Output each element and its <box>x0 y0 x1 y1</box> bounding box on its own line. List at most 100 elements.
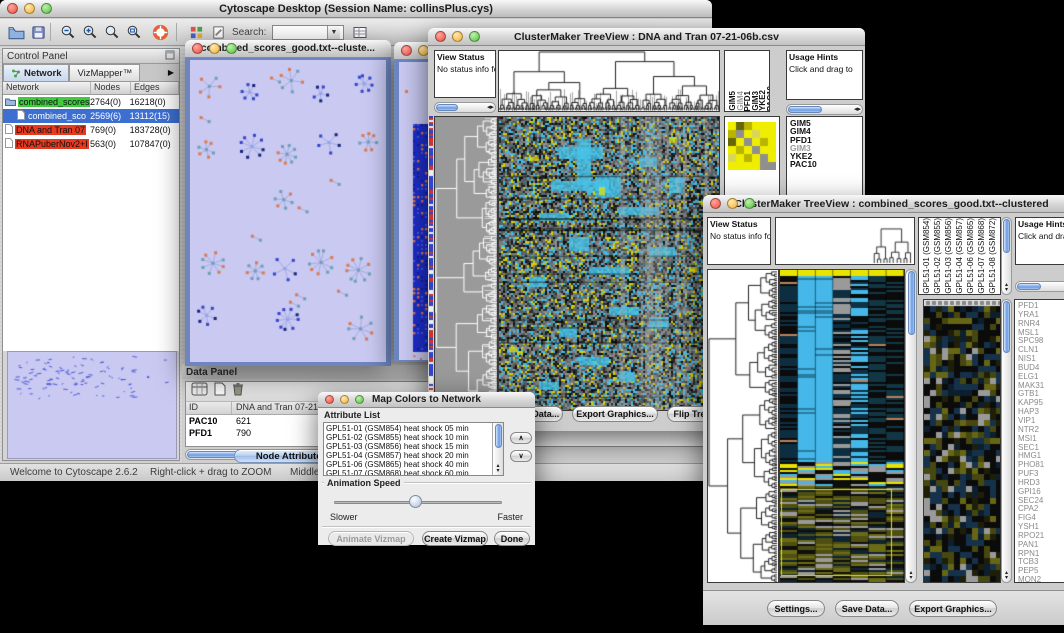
save-data-button[interactable]: Save Data... <box>835 600 899 617</box>
scrollbar-thumb[interactable] <box>1003 219 1010 253</box>
attribute-listbox[interactable]: GPL51-01 (GSM854) heat shock 05 minGPL51… <box>323 422 504 476</box>
heatmap-scrollbar[interactable]: ▴▾ <box>905 269 917 583</box>
view-status-scrollbar[interactable]: ◂▸ <box>434 102 496 113</box>
attribute-item[interactable]: GPL51-03 (GSM856) heat shock 15 min <box>326 442 491 451</box>
column-label[interactable]: PFD1 <box>743 91 751 111</box>
save-icon[interactable] <box>28 22 48 42</box>
column-label[interactable]: GIM5 <box>728 91 736 111</box>
column-label[interactable]: GPL51-03 (GSM856) <box>944 218 955 294</box>
slider-thumb[interactable] <box>409 495 422 508</box>
scroll-arrows-icon[interactable]: ▴▾ <box>1005 283 1008 294</box>
scroll-arrows-icon[interactable]: ▴▾ <box>496 464 499 475</box>
zoom-heatmap-canvas[interactable] <box>728 122 776 170</box>
create-vizmap-button[interactable]: Create Vizmap <box>422 531 488 546</box>
scrollbar-thumb[interactable] <box>1003 301 1010 353</box>
zoom-in-icon[interactable] <box>80 22 100 42</box>
list-scrollbar[interactable]: ▴▾ <box>492 423 503 475</box>
attribute-item[interactable]: GPL51-04 (GSM857) heat shock 20 min <box>326 451 491 460</box>
chevron-down-icon[interactable]: ▼ <box>327 26 340 39</box>
open-file-icon[interactable] <box>6 22 26 42</box>
scroll-arrows-icon[interactable]: ◂▸ <box>854 106 862 113</box>
zoom-button[interactable] <box>226 43 237 54</box>
scroll-arrows-icon[interactable]: ▴▾ <box>1005 571 1008 582</box>
zoom-button[interactable] <box>469 31 480 42</box>
export-graphics-button[interactable]: Export Graphics... <box>572 406 658 422</box>
vizmapper-icon[interactable] <box>186 22 206 42</box>
column-label[interactable]: GPL51-07 (GSM868) <box>977 218 988 294</box>
minimize-button[interactable] <box>340 395 349 404</box>
column-label[interactable]: GPL51-08 (GSM872) <box>988 218 999 294</box>
delete-attribute-icon[interactable] <box>232 382 244 401</box>
network-window-titlebar[interactable]: combined_scores_good.txt--cluste... <box>185 40 391 58</box>
zoom-out-icon[interactable] <box>58 22 78 42</box>
attribute-item[interactable]: GPL51-07 (GSM868) heat shock 60 min <box>326 469 491 476</box>
heatmap-canvas[interactable] <box>499 117 719 410</box>
column-label[interactable]: GIM3 <box>751 91 759 111</box>
treeview1-titlebar[interactable]: ClusterMaker TreeView : DNA and Tran 07-… <box>428 28 865 46</box>
settings-button[interactable]: Settings... <box>767 600 825 617</box>
network-view-canvas[interactable] <box>190 60 386 362</box>
column-label[interactable]: GPL51-01 (GSM854) <box>922 218 933 294</box>
tab-vizmapper[interactable]: VizMapper™ <box>69 64 140 81</box>
help-lifering-icon[interactable] <box>150 22 170 42</box>
network-table-row[interactable]: combined_scores2764(0)16218(0) <box>3 95 179 109</box>
zoom-selected-icon[interactable] <box>102 22 122 42</box>
column-dendrogram-canvas[interactable] <box>776 218 914 264</box>
minimize-button[interactable] <box>452 31 463 42</box>
close-button[interactable] <box>435 31 446 42</box>
network-table-row[interactable]: combined_sco2569(6)13112(15) <box>3 109 179 123</box>
search-input[interactable]: ▼ <box>272 25 344 40</box>
move-up-button[interactable]: ∧ <box>510 432 532 444</box>
scroll-arrows-icon[interactable]: ▴▾ <box>909 571 912 582</box>
scrollbar-thumb[interactable] <box>788 106 822 113</box>
network-table-row[interactable]: RNAPuberNov2+I563(0)107847(0) <box>3 137 179 151</box>
zoom-button[interactable] <box>744 198 755 209</box>
row-dendrogram-canvas[interactable] <box>435 117 497 410</box>
column-label[interactable]: PAC10 <box>766 86 771 111</box>
column-label[interactable]: GIM4 <box>736 91 744 111</box>
column-label[interactable]: GPL51-06 (GSM865) <box>966 218 977 294</box>
scrollbar-thumb[interactable] <box>908 271 915 335</box>
attribute-item[interactable]: GPL51-06 (GSM865) heat shock 40 min <box>326 460 491 469</box>
minimize-button[interactable] <box>727 198 738 209</box>
close-button[interactable] <box>325 395 334 404</box>
network-table-row[interactable]: DNA and Tran 07769(0)183728(0) <box>3 123 179 137</box>
row-dendrogram-canvas[interactable] <box>708 270 778 582</box>
minimize-button[interactable] <box>209 43 220 54</box>
gene-label[interactable]: PAC10 <box>790 160 862 168</box>
attribute-table-icon[interactable] <box>350 22 370 42</box>
column-label[interactable]: GPL51-04 (GSM857) <box>955 218 966 294</box>
attribute-item[interactable]: GPL51-01 (GSM854) heat shock 05 min <box>326 424 491 433</box>
search-field[interactable] <box>273 26 327 39</box>
annotation-icon[interactable] <box>208 22 228 42</box>
scrollbar-thumb[interactable] <box>495 424 502 448</box>
minimize-button[interactable] <box>24 3 35 14</box>
close-button[interactable] <box>710 198 721 209</box>
export-graphics-button[interactable]: Export Graphics... <box>909 600 997 617</box>
zoom-heatmap-canvas[interactable] <box>924 300 1000 582</box>
gene-label[interactable]: MON2 <box>1018 576 1064 583</box>
treeview2-titlebar[interactable]: ClusterMaker TreeView : combined_scores_… <box>703 195 1064 213</box>
scrollbar-thumb[interactable] <box>436 104 458 111</box>
usage-hints-scrollbar[interactable]: ◂▸ <box>1015 281 1064 292</box>
close-button[interactable] <box>401 45 412 56</box>
network-overview-canvas[interactable] <box>8 352 176 458</box>
scrollbar-thumb[interactable] <box>1017 283 1041 290</box>
attribute-item[interactable]: GPL51-02 (GSM855) heat shock 10 min <box>326 433 491 442</box>
float-panel-icon[interactable] <box>165 50 175 63</box>
column-label[interactable]: GPL51-02 (GSM855) <box>933 218 944 294</box>
close-button[interactable] <box>7 3 18 14</box>
column-dendrogram-canvas[interactable] <box>499 51 719 111</box>
tab-network[interactable]: Network <box>3 64 69 81</box>
column-labels-scrollbar[interactable]: ▴▾ <box>1001 217 1012 295</box>
scroll-arrows-icon[interactable]: ◂▸ <box>487 104 495 111</box>
main-titlebar[interactable]: Cytoscape Desktop (Session Name: collins… <box>0 0 712 18</box>
zoom-button[interactable] <box>355 395 364 404</box>
move-down-button[interactable]: ∨ <box>510 450 532 462</box>
animate-vizmap-button[interactable]: Animate Vizmap <box>328 531 414 546</box>
zoom-button[interactable] <box>41 3 52 14</box>
select-attributes-icon[interactable] <box>191 382 208 401</box>
zoom-fit-icon[interactable] <box>124 22 144 42</box>
close-button[interactable] <box>192 43 203 54</box>
new-attribute-icon[interactable] <box>214 382 226 401</box>
